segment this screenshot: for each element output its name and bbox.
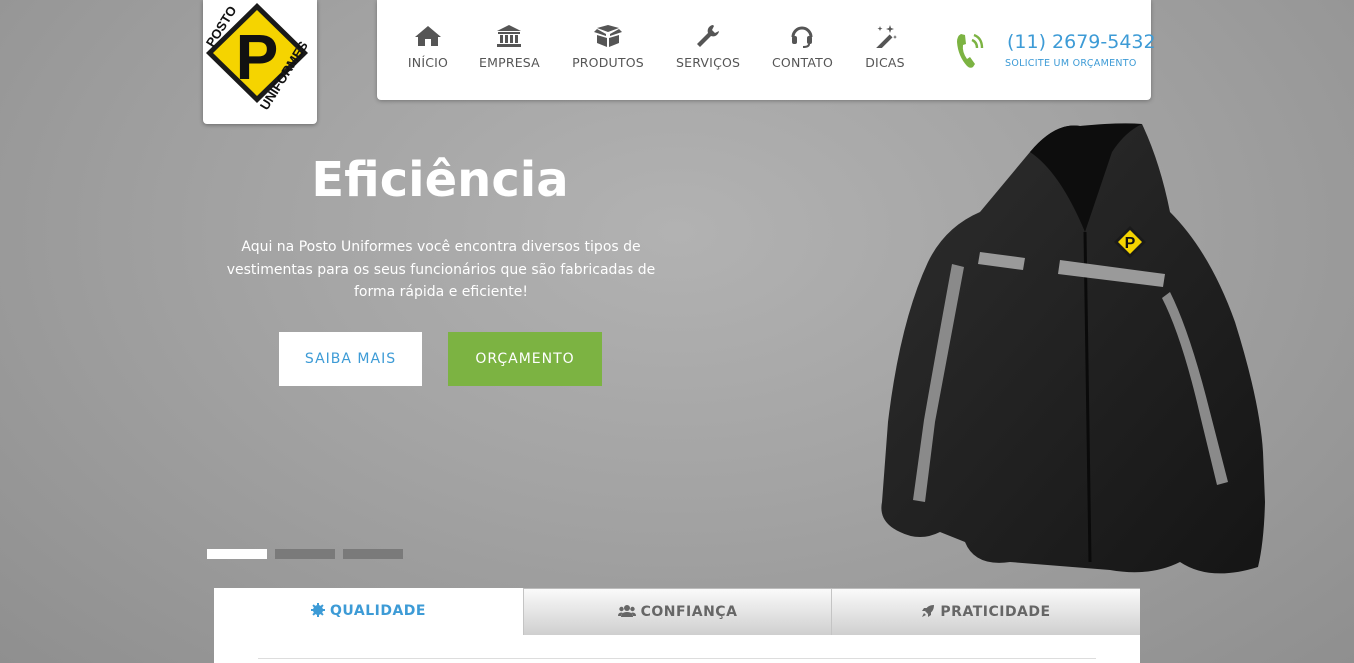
feature-tabs: QUALIDADE CONFIANÇA PRATICIDADE: [214, 588, 1140, 663]
tab-content-divider: [258, 658, 1096, 659]
tab-label: CONFIANÇA: [640, 604, 738, 620]
nav-item-produtos[interactable]: PRODUTOS: [572, 24, 644, 70]
hero-title: Eficiência: [311, 152, 569, 208]
nav-label: SERVIÇOS: [676, 55, 741, 70]
nav-item-dicas[interactable]: DICAS: [865, 24, 905, 70]
tab-label: PRATICIDADE: [940, 604, 1051, 620]
nav-label: EMPRESA: [479, 55, 540, 70]
hero-text: Aqui na Posto Uniformes você encontra di…: [226, 239, 656, 300]
slider-dot-2[interactable]: [275, 549, 335, 559]
users-icon: [617, 605, 636, 617]
nav-label: INÍCIO: [407, 55, 449, 70]
phone-number[interactable]: (11) 2679-5432: [1007, 31, 1156, 53]
rocket-icon: [922, 605, 935, 617]
nav-label: PRODUTOS: [572, 55, 644, 70]
quote-request-link[interactable]: SOLICITE UM ORÇAMENTO: [1005, 58, 1137, 69]
nav-label: CONTATO: [772, 55, 834, 70]
nav-item-contato[interactable]: CONTATO: [772, 24, 834, 70]
tab-praticidade[interactable]: PRATICIDADE: [831, 588, 1140, 635]
slider-dot-3[interactable]: [343, 549, 403, 559]
box-icon: [594, 25, 622, 47]
learn-more-button[interactable]: SAIBA MAIS: [279, 332, 422, 386]
site-logo[interactable]: P POSTO UNIFORMES: [203, 0, 317, 124]
slider-dot-1[interactable]: [207, 549, 267, 559]
tab-confianca[interactable]: CONFIANÇA: [523, 588, 831, 635]
nav-label: DICAS: [865, 55, 905, 70]
main-nav: INÍCIO EMPRESA PRODUTOS SERVIÇOS CONTATO…: [377, 0, 1156, 100]
headset-icon: [791, 26, 813, 48]
logo-graphic: P POSTO UNIFORMES: [203, 3, 311, 113]
nav-item-servicos[interactable]: SERVIÇOS: [676, 24, 740, 70]
magic-wand-icon: [875, 25, 897, 48]
jacket-badge-letter: P: [1125, 235, 1136, 252]
jacket-image: P: [881, 123, 1265, 574]
cog-icon: [311, 603, 326, 617]
nav-item-inicio[interactable]: INÍCIO: [407, 24, 449, 70]
bank-icon: [497, 25, 521, 47]
phone-icon: [957, 33, 984, 68]
tab-qualidade[interactable]: QUALIDADE: [214, 588, 523, 635]
wrench-icon: [697, 25, 719, 47]
tab-label: QUALIDADE: [330, 603, 426, 619]
home-icon: [415, 26, 441, 46]
nav-item-empresa[interactable]: EMPRESA: [479, 24, 540, 70]
quote-button[interactable]: ORÇAMENTO: [448, 332, 602, 386]
